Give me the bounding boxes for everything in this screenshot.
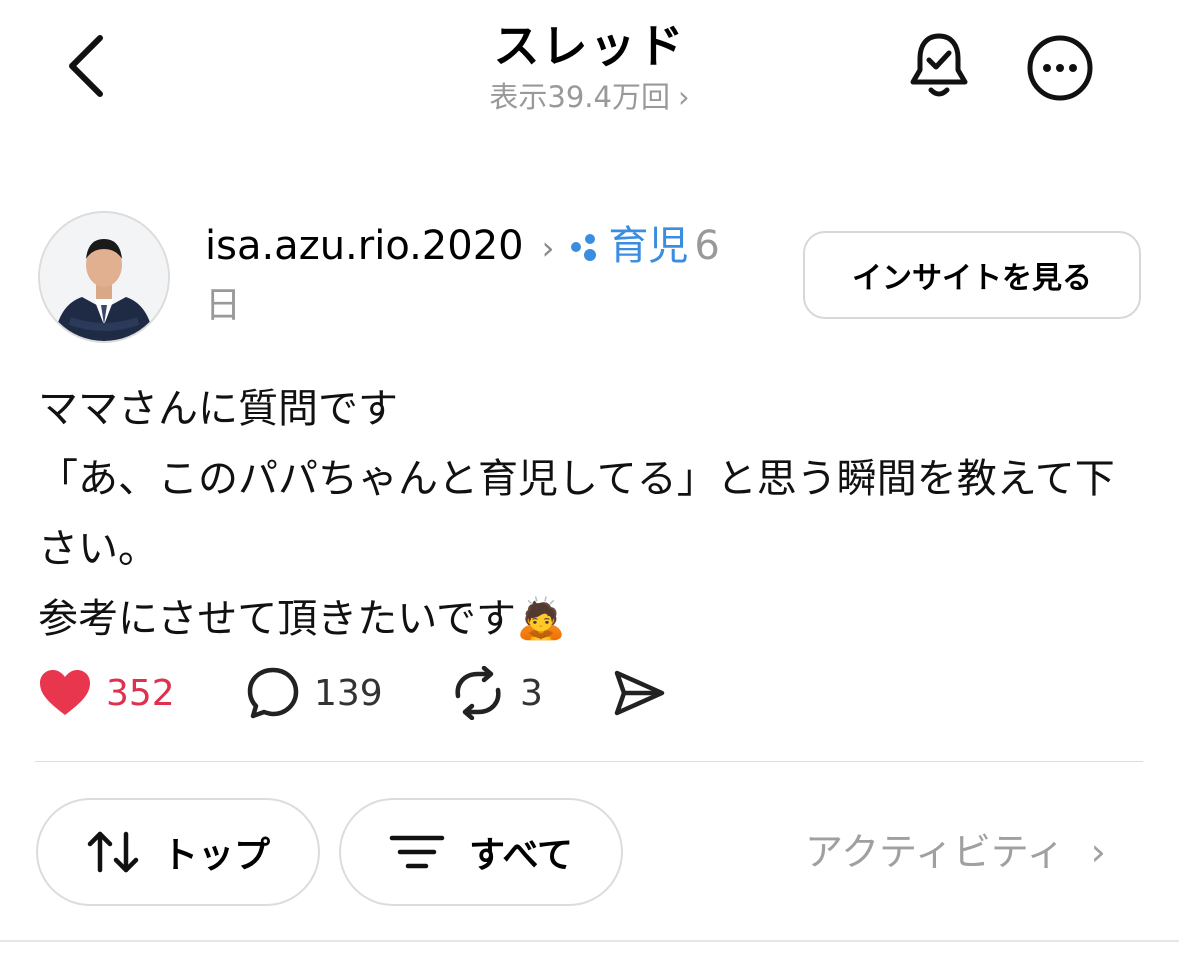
notification-bell-button[interactable] bbox=[906, 30, 972, 102]
topic-dots-icon bbox=[568, 222, 602, 274]
post-time-unit: 日 bbox=[205, 285, 242, 326]
like-count: 352 bbox=[106, 672, 175, 714]
avatar[interactable] bbox=[38, 211, 170, 343]
author-line: isa.azu.rio.2020 › 育児 6 bbox=[205, 220, 785, 274]
filter-lines-icon bbox=[389, 835, 445, 869]
share-button[interactable] bbox=[612, 663, 666, 723]
chevron-right-icon: › bbox=[1090, 830, 1106, 874]
view-insights-button[interactable]: インサイトを見る bbox=[803, 231, 1141, 319]
post-body: ママさんに質問です「あ、このパパちゃんと育児してる」と思う瞬間を教えて下 さい。参… bbox=[38, 374, 1148, 654]
activity-link[interactable]: アクティビティ › bbox=[805, 826, 1106, 878]
activity-label: アクティビティ bbox=[805, 830, 1065, 874]
username-link[interactable]: isa.azu.rio.2020 bbox=[205, 223, 524, 269]
post-line: ママさんに質問です bbox=[38, 386, 398, 432]
post-line: 「あ、このパパちゃんと育児してる」と思う瞬間を教えて下 bbox=[38, 456, 1115, 502]
divider bbox=[35, 761, 1143, 762]
like-button[interactable]: 352 bbox=[38, 663, 175, 723]
comment-icon bbox=[247, 667, 299, 719]
avatar-photo bbox=[40, 213, 168, 341]
view-count[interactable]: 表示39.4万回 › bbox=[0, 78, 1179, 116]
repost-button[interactable]: 3 bbox=[450, 663, 543, 723]
post-line: さい。 bbox=[38, 526, 158, 572]
send-icon bbox=[614, 670, 665, 716]
divider bbox=[0, 940, 1179, 942]
sort-top-label: トップ bbox=[161, 835, 270, 876]
sort-arrows-icon bbox=[87, 831, 139, 873]
view-count-label: 表示39.4万回 bbox=[489, 80, 670, 114]
reply-count: 139 bbox=[314, 672, 383, 714]
chevron-right-icon: › bbox=[677, 80, 690, 114]
more-options-button[interactable] bbox=[1024, 32, 1096, 104]
reply-button[interactable]: 139 bbox=[246, 663, 383, 723]
heart-filled-icon bbox=[40, 670, 90, 715]
topic-tag[interactable]: 育児 bbox=[608, 223, 688, 269]
filter-all-button[interactable]: すべて bbox=[339, 798, 623, 906]
repost-icon bbox=[455, 666, 501, 720]
repost-count: 3 bbox=[520, 672, 543, 714]
filter-all-label: すべて bbox=[468, 835, 574, 876]
bell-check-icon bbox=[910, 33, 968, 97]
post-line: 参考にさせて頂きたいです🙇 bbox=[38, 596, 566, 642]
more-horizontal-icon bbox=[1027, 35, 1093, 101]
chevron-right-icon: › bbox=[541, 229, 555, 267]
page-title: スレッド bbox=[493, 19, 686, 73]
post-time-number: 6 bbox=[694, 223, 720, 269]
sort-top-button[interactable]: トップ bbox=[36, 798, 320, 906]
